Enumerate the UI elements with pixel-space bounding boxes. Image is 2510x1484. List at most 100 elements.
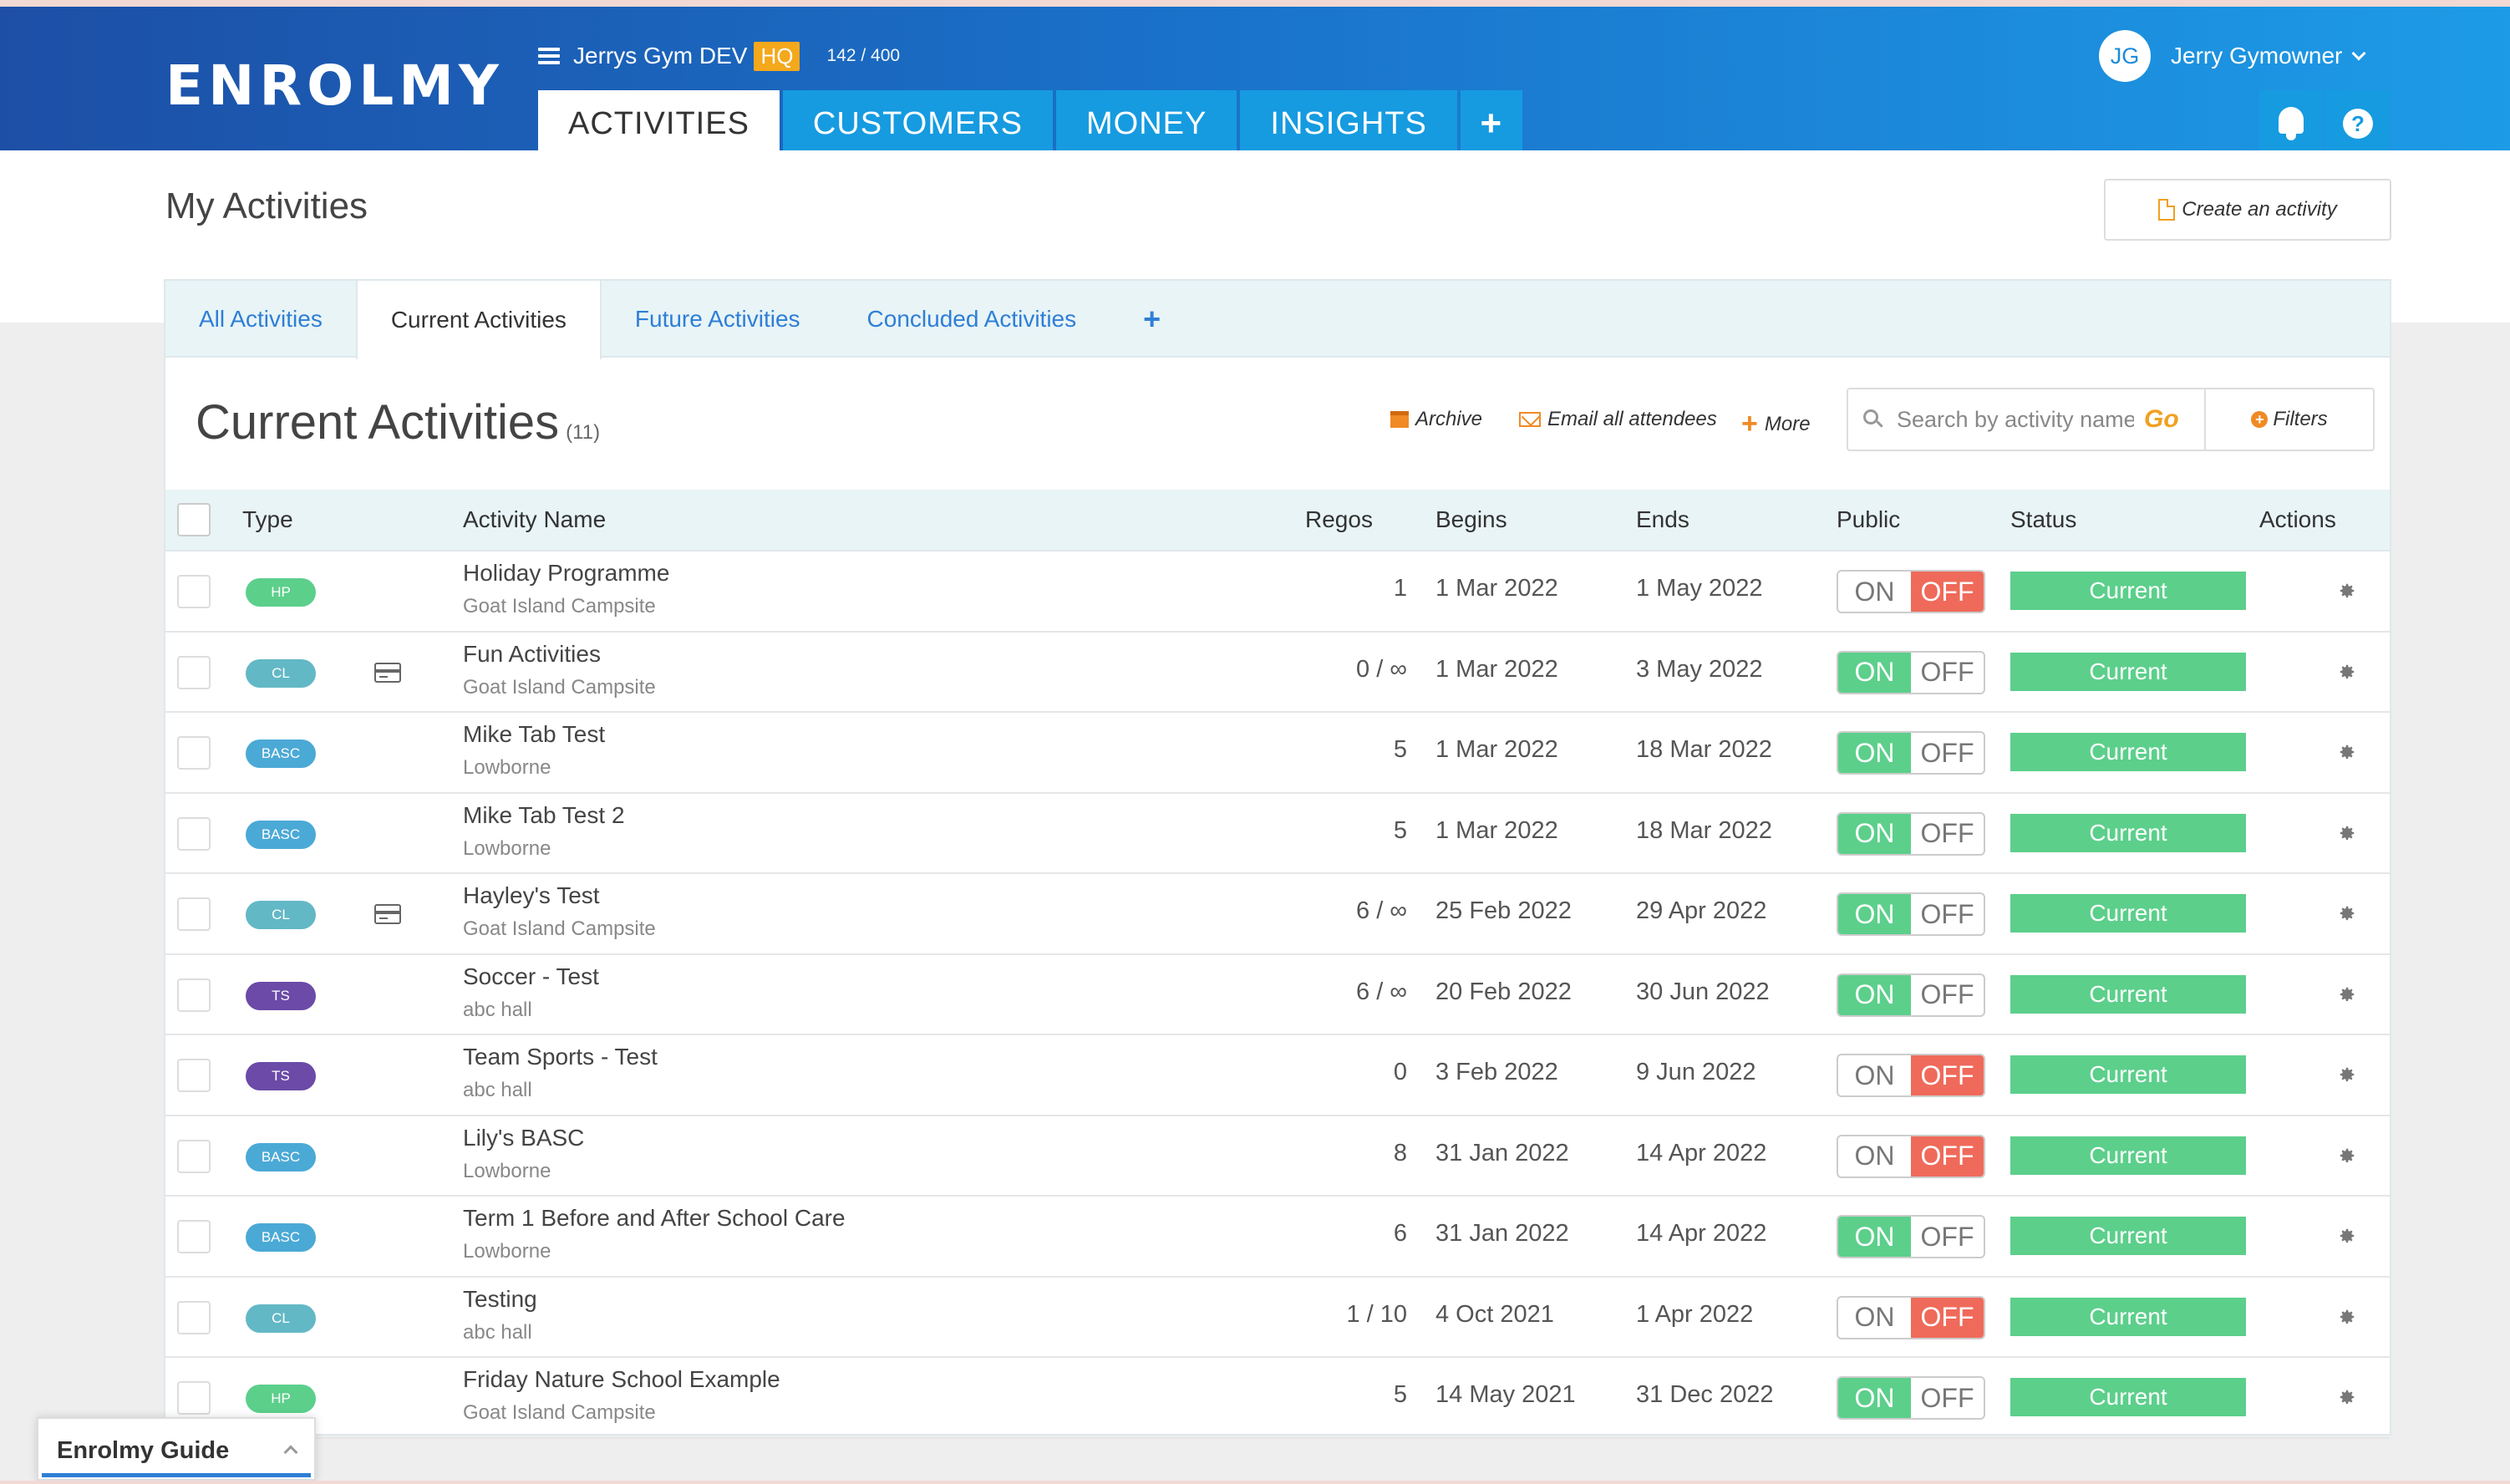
hamburger-icon[interactable] [538,48,560,64]
tab-future-activities[interactable]: Future Activities [602,281,834,358]
table-row[interactable]: BASC Lily's BASC Lowborne 8 31 Jan 2022 14 Ap… [165,1116,2390,1197]
toggle-on[interactable]: ON [1838,572,1911,612]
toggle-on[interactable]: ON [1838,652,1911,693]
help-button[interactable]: ? [2326,90,2390,157]
gear-icon[interactable] [2338,743,2356,761]
user-menu[interactable]: JG Jerry Gymowner [2099,30,2366,82]
chevron-down-icon[interactable] [2351,46,2366,61]
table-row[interactable]: BASC Mike Tab Test Lowborne 5 1 Mar 2022 18 M… [165,713,2390,794]
activity-name[interactable]: Mike Tab Test [463,721,605,748]
gear-icon[interactable] [2338,824,2356,842]
gear-icon[interactable] [2338,1065,2356,1084]
gear-icon[interactable] [2338,1308,2356,1326]
toggle-off[interactable]: OFF [1911,894,1984,934]
table-row[interactable]: HP Friday Nature School Example Goat Islan… [165,1358,2390,1439]
toggle-off[interactable]: OFF [1911,1136,1984,1177]
public-toggle[interactable]: ON OFF [1837,1295,1985,1339]
tab-current-activities[interactable]: Current Activities [355,281,602,359]
table-row[interactable]: HP Holiday Programme Goat Island Campsite 1… [165,551,2390,633]
row-checkbox[interactable] [177,1059,211,1092]
col-status[interactable]: Status [2010,506,2076,533]
activity-name[interactable]: Soccer - Test [463,963,599,990]
activity-name[interactable]: Holiday Programme [463,560,669,587]
gear-icon[interactable] [2338,985,2356,1004]
toggle-off[interactable]: OFF [1911,653,1984,693]
toggle-off[interactable]: OFF [1911,1378,1984,1418]
toggle-on[interactable]: ON [1838,1136,1911,1177]
table-row[interactable]: TS Soccer - Test abc hall 6 / ∞ 20 Feb 2022 3… [165,955,2390,1035]
enrolmy-logo[interactable]: ENROLMY [165,53,504,118]
avatar[interactable]: JG [2099,30,2151,82]
create-activity-button[interactable]: Create an activity [2104,179,2391,241]
notifications-button[interactable] [2259,90,2323,157]
row-checkbox[interactable] [177,816,211,851]
gear-icon[interactable] [2338,904,2356,922]
public-toggle[interactable]: ON OFF [1837,650,1985,694]
activity-name[interactable]: Team Sports - Test [463,1044,658,1070]
add-tab-button[interactable]: + [1110,281,1194,358]
org-switcher[interactable]: Jerrys Gym DEV HQ 142 / 400 [538,37,900,75]
filters-button[interactable]: + Filters [2204,389,2373,450]
public-toggle[interactable]: ON OFF [1837,1134,1985,1178]
col-activity-name[interactable]: Activity Name [463,506,606,533]
search-input[interactable] [1897,406,2134,433]
activity-name[interactable]: Friday Nature School Example [463,1366,780,1393]
row-checkbox[interactable] [177,1300,211,1334]
toggle-on[interactable]: ON [1838,894,1911,934]
gear-icon[interactable] [2338,1227,2356,1245]
row-checkbox[interactable] [177,1139,211,1173]
gear-icon[interactable] [2338,582,2356,600]
tab-all-activities[interactable]: All Activities [165,281,356,358]
user-name[interactable]: Jerry Gymowner [2171,43,2342,69]
col-public[interactable]: Public [1837,506,1900,533]
toggle-on[interactable]: ON [1838,1055,1911,1095]
nav-tab-activities[interactable]: ACTIVITIES [538,90,780,157]
toggle-off[interactable]: OFF [1911,975,1984,1015]
nav-add-button[interactable]: + [1460,90,1522,157]
email-attendees-button[interactable]: Email all attendees [1519,408,1717,431]
activity-name[interactable]: Lily's BASC [463,1125,584,1151]
toggle-on[interactable]: ON [1838,813,1911,854]
toggle-off[interactable]: OFF [1911,1217,1984,1257]
col-type[interactable]: Type [242,506,293,533]
col-regos[interactable]: Regos [1305,506,1373,533]
archive-button[interactable]: Archive [1390,408,1482,431]
toggle-on[interactable]: ON [1838,1298,1911,1338]
toggle-off[interactable]: OFF [1911,1055,1984,1095]
row-checkbox[interactable] [177,655,211,689]
col-begins[interactable]: Begins [1435,506,1507,533]
tab-concluded-activities[interactable]: Concluded Activities [834,281,1110,358]
public-toggle[interactable]: ON OFF [1837,731,1985,775]
public-toggle[interactable]: ON OFF [1837,973,1985,1017]
row-checkbox[interactable] [177,736,211,770]
select-all-checkbox[interactable] [177,503,211,536]
public-toggle[interactable]: ON OFF [1837,892,1985,936]
enrolmy-guide-widget[interactable]: Enrolmy Guide [37,1417,316,1481]
public-toggle[interactable]: ON OFF [1837,1054,1985,1097]
toggle-off[interactable]: OFF [1911,814,1984,854]
org-name[interactable]: Jerrys Gym DEV [573,43,747,69]
activity-name[interactable]: Hayley's Test [463,882,600,909]
more-button[interactable]: + More [1741,408,1811,440]
public-toggle[interactable]: ON OFF [1837,570,1985,613]
table-row[interactable]: TS Team Sports - Test abc hall 0 3 Feb 2022 9… [165,1035,2390,1116]
nav-tab-insights[interactable]: INSIGHTS [1240,90,1457,157]
toggle-on[interactable]: ON [1838,733,1911,773]
go-button[interactable]: Go [2144,405,2179,434]
chevron-up-icon[interactable] [283,1445,298,1460]
row-checkbox[interactable] [177,897,211,931]
public-toggle[interactable]: ON OFF [1837,1376,1985,1420]
activity-name[interactable]: Term 1 Before and After School Care [463,1205,846,1232]
activity-name[interactable]: Testing [463,1286,537,1313]
toggle-off[interactable]: OFF [1911,733,1984,773]
toggle-on[interactable]: ON [1838,1378,1911,1418]
activity-name[interactable]: Fun Activities [463,641,601,668]
table-row[interactable]: CL Fun Activities Goat Island Campsite 0 / … [165,633,2390,713]
row-checkbox[interactable] [177,1220,211,1253]
row-checkbox[interactable] [177,1381,211,1415]
table-row[interactable]: CL Hayley's Test Goat Island Campsite 6 / ∞… [165,874,2390,955]
table-row[interactable]: CL Testing abc hall 1 / 10 4 Oct 2021 1 Apr 2… [165,1278,2390,1358]
col-ends[interactable]: Ends [1636,506,1689,533]
gear-icon[interactable] [2338,1146,2356,1165]
nav-tab-customers[interactable]: CUSTOMERS [782,90,1054,157]
